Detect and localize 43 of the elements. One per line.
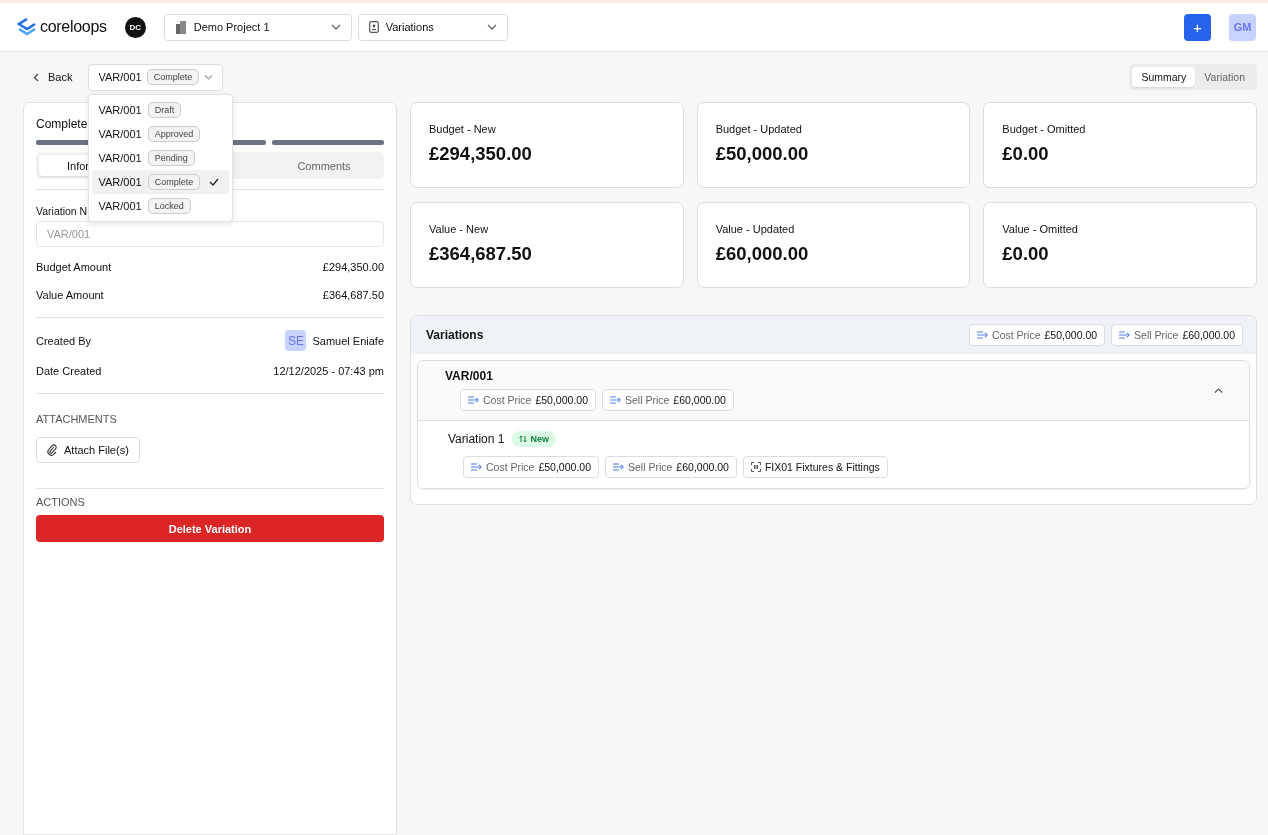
stat-value: £60,000.00 (715, 243, 810, 265)
price-chip: Cost Price £50,000.00 (969, 324, 1106, 346)
status-badge: Locked (147, 197, 191, 214)
stat-label: Budget - Updated (715, 123, 803, 135)
field-label: Budget Amount (36, 261, 112, 273)
price-chip: Cost Price £50,000.00 (460, 389, 596, 411)
stat-value: £294,350.00 (429, 143, 533, 165)
status-badge: Pending (147, 149, 195, 166)
stat-label: Budget - New (429, 123, 497, 135)
field-value: £294,350.00 (322, 261, 384, 273)
code-chip: FIX01 Fixtures & Fittings (742, 456, 888, 478)
status-badge: Draft (147, 101, 182, 118)
stat-value: £50,000.00 (715, 143, 810, 165)
stat-value: £364,687.50 (429, 243, 533, 265)
status-badge: Complete (146, 69, 200, 85)
logo-text: coreloops (40, 18, 107, 36)
price-chip: Cost Price £50,000.00 (463, 456, 599, 478)
field-label: Value Amount (36, 289, 104, 301)
price-chip: Sell Price £60,000.00 (602, 389, 734, 411)
field-label: Created By (36, 334, 92, 347)
section-heading: ATTACHMENTS (36, 413, 118, 425)
price-chip: Sell Price £60,000.00 (605, 456, 737, 478)
stat-value: £0.00 (1002, 143, 1050, 165)
status-badge: Complete (147, 173, 201, 190)
field-value: Samuel Eniafe (312, 334, 384, 347)
new-badge: New (512, 431, 556, 447)
user-avatar: SE (285, 330, 307, 351)
stat-label: Value - Omitted (1002, 223, 1079, 235)
status-badge: Approved (147, 125, 201, 142)
section-heading: ACTIONS (36, 496, 86, 508)
field-value: 12/12/2025 - 07:43 pm (273, 365, 384, 377)
stat-label: Value - New (429, 223, 490, 235)
field-label: Date Created (36, 365, 102, 377)
panel-title: Variations (426, 328, 484, 342)
group-code: VAR/001 (445, 369, 494, 383)
field-value: £364,687.50 (322, 289, 384, 301)
stat-label: Budget - Omitted (1002, 123, 1087, 135)
item-name: Variation 1 (448, 432, 505, 446)
status-title: Complete (36, 117, 88, 131)
field-label: Variation N (36, 205, 88, 217)
stat-label: Value - Updated (715, 223, 796, 235)
price-chip: Sell Price £60,000.00 (1111, 324, 1243, 346)
stat-value: £0.00 (1002, 243, 1050, 265)
